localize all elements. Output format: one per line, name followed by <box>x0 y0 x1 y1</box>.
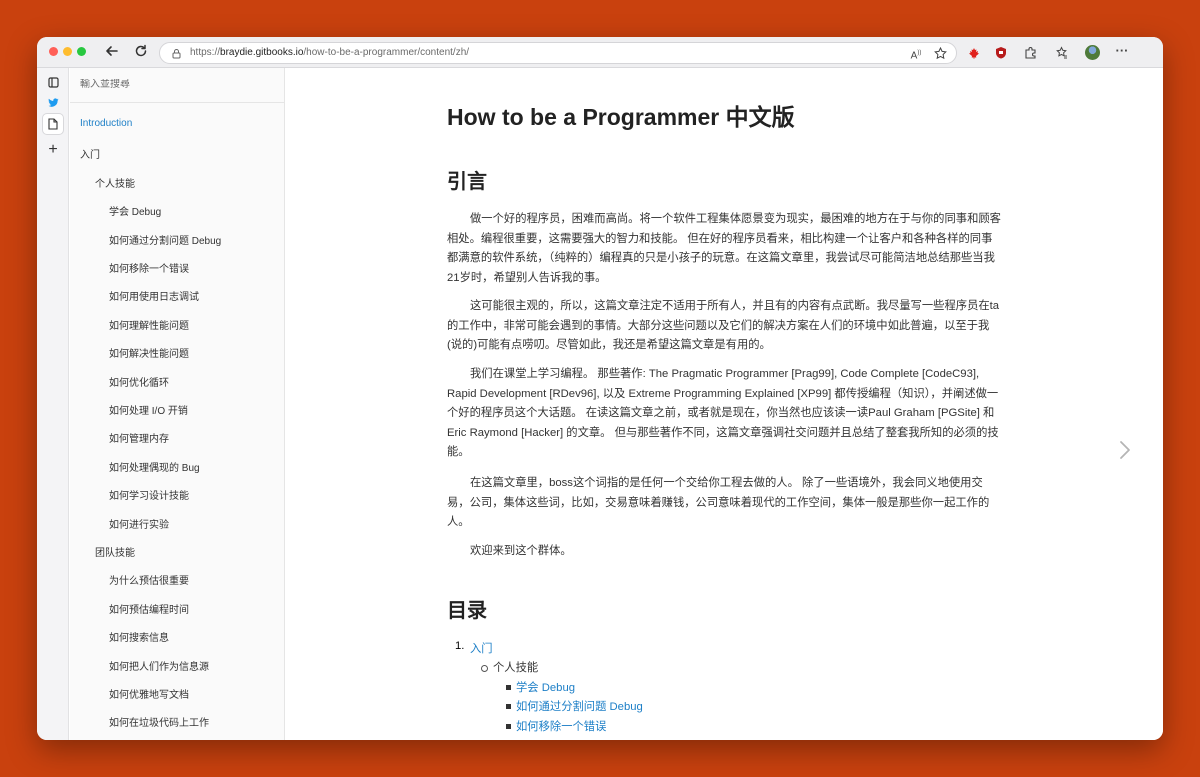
sidebar-item[interactable]: 如何用使用日志调试 <box>109 288 199 303</box>
paragraph-3: 我们在课堂上学习编程。 那些著作: The Pragmatic Programm… <box>447 368 999 458</box>
sidebar-item[interactable]: 入门 <box>80 146 100 161</box>
sidebar-item[interactable]: 团队技能 <box>95 544 135 559</box>
square-bullet-icon <box>506 724 511 729</box>
lock-icon <box>172 49 181 59</box>
page-title: How to be a Programmer 中文版 <box>447 104 795 130</box>
next-page-button[interactable] <box>1119 440 1131 466</box>
tab-actions-icon <box>47 77 59 88</box>
toc-link-remove-bug[interactable]: 如何移除一个错误 <box>516 718 606 734</box>
chevron-right-icon <box>1120 441 1130 459</box>
square-bullet-icon <box>506 704 511 709</box>
new-tab-button[interactable]: + <box>42 139 64 161</box>
reload-button[interactable] <box>132 44 150 62</box>
sidebar-item[interactable]: 为什么预估很重要 <box>109 572 189 587</box>
document-icon <box>48 118 58 130</box>
tab-actions-button[interactable] <box>42 72 64 94</box>
toc-heading: 目录 <box>447 600 487 622</box>
sidebar-item[interactable]: 如何移除一个错误 <box>109 260 189 275</box>
sidebar-item[interactable]: 如何搜索信息 <box>109 629 169 644</box>
tab-current-page[interactable] <box>42 113 64 135</box>
sidebar-item[interactable]: 个人技能 <box>95 175 135 190</box>
toc-link-debug-split[interactable]: 如何通过分割问题 Debug <box>516 698 643 714</box>
url-text: https://braydie.gitbooks.io/how-to-be-a-… <box>190 47 469 58</box>
sidebar-item[interactable]: 如何处理偶现的 Bug <box>109 459 200 474</box>
plus-icon: + <box>48 141 58 158</box>
more-icon[interactable]: ··· <box>1114 43 1130 59</box>
twitter-icon <box>47 98 59 107</box>
sidebar-item[interactable]: 学会 Debug <box>109 203 161 218</box>
profile-avatar[interactable] <box>1085 45 1100 60</box>
arrow-left-icon <box>106 46 118 56</box>
read-aloud-icon[interactable]: A)) <box>908 45 924 61</box>
toc-link-intro[interactable]: 入门 <box>470 640 493 656</box>
extensions-icon[interactable] <box>1024 46 1037 59</box>
sidebar-item[interactable]: 如何预估编程时间 <box>109 601 189 616</box>
toc-number: 1. <box>455 640 465 652</box>
paragraph-1: 做一个好的程序员，困难而高尚。将一个软件工程集体愿景变为现实，最困难的地方在于与… <box>447 213 1001 284</box>
minimize-window-button[interactable] <box>63 47 72 56</box>
toc-sub-personal-skills: 个人技能 <box>493 662 539 674</box>
address-bar[interactable]: https://braydie.gitbooks.io/how-to-be-a-… <box>159 42 957 64</box>
vertical-tabs: + <box>37 68 69 740</box>
toc-link-debug[interactable]: 学会 Debug <box>516 679 575 695</box>
sidebar-item[interactable]: Introduction <box>80 118 132 129</box>
sidebar-item[interactable]: 如何进行实验 <box>109 516 169 531</box>
intro-heading: 引言 <box>447 171 487 193</box>
sidebar-item[interactable]: 如何通过分割问题 Debug <box>109 232 221 247</box>
main-content: How to be a Programmer 中文版 引言 做一个好的程序员，困… <box>286 68 1163 740</box>
circle-bullet-icon <box>481 665 488 672</box>
sidebar-item[interactable]: 如何解决性能问题 <box>109 345 189 360</box>
search-box <box>70 68 284 103</box>
url-prefix: https:// <box>190 47 221 58</box>
browser-toolbar: https://braydie.gitbooks.io/how-to-be-a-… <box>37 37 1163 68</box>
sidebar-item[interactable]: 如何优雅地写文档 <box>109 686 189 701</box>
sidebar-item[interactable]: 如何学习设计技能 <box>109 487 189 502</box>
collections-icon[interactable] <box>1055 46 1068 59</box>
url-path: /how-to-be-a-programmer/content/zh/ <box>303 47 470 58</box>
tab-twitter[interactable] <box>42 92 64 114</box>
square-bullet-icon <box>506 685 511 690</box>
zoom-window-button[interactable] <box>77 47 86 56</box>
paragraph-5: 欢迎来到这个群体。 <box>470 545 572 557</box>
sidebar-item[interactable]: 如何在垃圾代码上工作 <box>109 714 209 729</box>
close-window-button[interactable] <box>49 47 58 56</box>
sidebar-item[interactable]: 如何理解性能问题 <box>109 317 189 332</box>
maple-leaf-icon[interactable] <box>968 47 980 59</box>
sidebar-item[interactable]: 如何管理内存 <box>109 430 169 445</box>
paragraph-4: 在这篇文章里，boss这个词指的是任何一个交给你工程去做的人。 除了一些语境外，… <box>447 477 990 528</box>
url-domain: braydie.gitbooks.io <box>220 47 304 58</box>
favorite-star-icon[interactable] <box>934 47 947 60</box>
sidebar-item[interactable]: 如何处理 I/O 开销 <box>109 402 188 417</box>
search-input[interactable] <box>80 79 270 90</box>
sidebar-item[interactable]: 如何把人们作为信息源 <box>109 658 209 673</box>
back-button[interactable] <box>103 44 121 62</box>
sidebar-item[interactable]: 如何优化循环 <box>109 374 169 389</box>
browser-window: https://braydie.gitbooks.io/how-to-be-a-… <box>37 37 1163 740</box>
paragraph-2: 这可能很主观的，所以，这篇文章注定不适用于所有人，并且有的内容有点武断。我尽量写… <box>447 300 1000 351</box>
shield-icon[interactable] <box>995 46 1007 59</box>
reload-icon <box>135 44 147 57</box>
book-sidebar: Introduction 入门个人技能学会 Debug 如何通过分割问题 Debug… <box>70 68 285 740</box>
